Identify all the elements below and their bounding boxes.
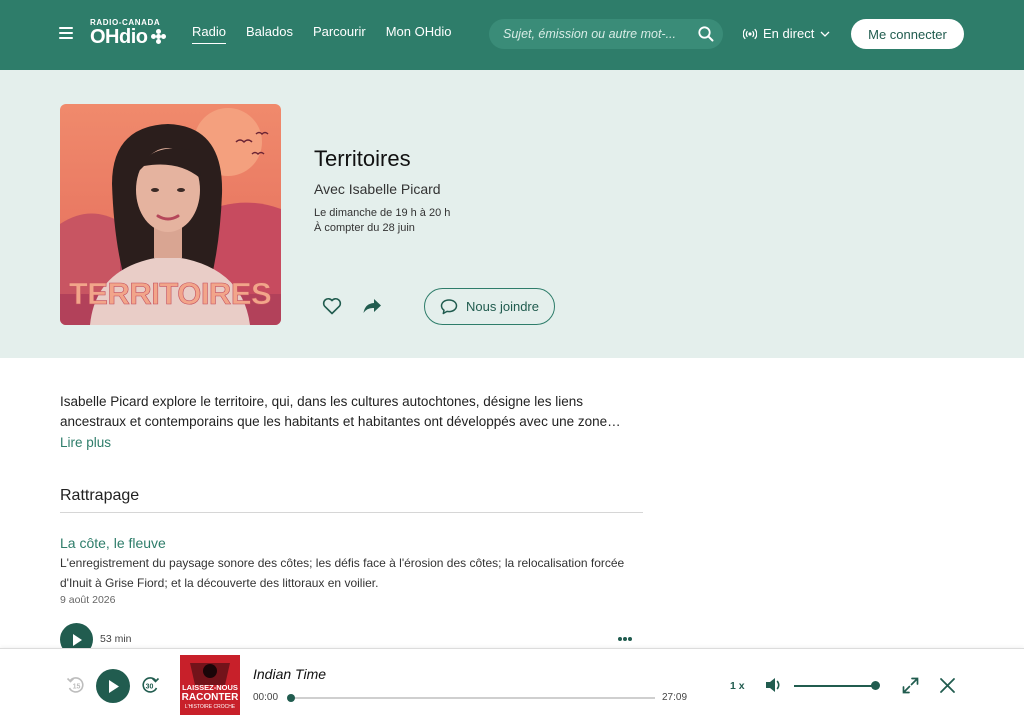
player-play-button[interactable]: [96, 669, 130, 703]
playback-speed-button[interactable]: 1 x: [730, 680, 745, 692]
volume-icon[interactable]: [765, 677, 783, 693]
main-nav: Radio Balados Parcourir Mon OHdio: [192, 24, 451, 44]
join-label: Nous joindre: [466, 299, 539, 314]
nav-item-radio[interactable]: Radio: [192, 24, 226, 44]
more-options-icon[interactable]: [617, 636, 633, 642]
rewind-15-icon[interactable]: 15: [66, 675, 86, 695]
heart-icon[interactable]: [322, 297, 342, 315]
episode-thumbnail: LAISSEZ-NOUS RACONTER L'HISTOIRE CROCHE: [180, 655, 240, 715]
volume-slider[interactable]: [794, 685, 876, 687]
search-icon[interactable]: [697, 25, 715, 43]
share-icon[interactable]: [362, 297, 382, 315]
live-label: En direct: [763, 26, 815, 41]
svg-text:15: 15: [73, 684, 81, 691]
live-dropdown[interactable]: En direct: [743, 26, 830, 41]
volume-handle[interactable]: [871, 681, 880, 690]
chat-bubble-icon: [440, 299, 458, 315]
show-description: Isabelle Picard explore le territoire, q…: [60, 394, 621, 429]
login-button[interactable]: Me connecter: [851, 19, 964, 49]
search-input[interactable]: [503, 27, 683, 41]
nav-item-mon-ohdio[interactable]: Mon OHdio: [386, 24, 452, 44]
search-box: [489, 19, 723, 49]
read-more-link[interactable]: Lire plus: [60, 435, 111, 450]
top-bar: RADIO-CANADA OHdio Radio Balados Parcour…: [0, 0, 1024, 70]
elapsed-time: 00:00: [253, 692, 279, 703]
schedule-start: À compter du 28 juin: [314, 222, 415, 234]
section-divider: [60, 512, 643, 513]
nav-item-parcourir[interactable]: Parcourir: [313, 24, 366, 44]
show-title: Territoires: [314, 146, 411, 171]
close-icon[interactable]: [939, 677, 956, 694]
cbc-gem-icon: [150, 29, 167, 45]
play-icon: [108, 679, 119, 693]
show-schedule: Le dimanche de 19 h à 20 h À compter du …: [314, 206, 450, 236]
thumb-line-2: RACONTER: [182, 692, 239, 703]
svg-text:30: 30: [146, 684, 154, 691]
play-icon: [72, 633, 82, 646]
total-time: 27:09: [662, 692, 688, 703]
show-host: Avec Isabelle Picard: [314, 181, 441, 197]
episode-title[interactable]: La côte, le fleuve: [60, 535, 166, 551]
brand-logo[interactable]: RADIO-CANADA OHdio: [90, 18, 167, 47]
cover-illustration: TERRITOIRES: [60, 104, 281, 325]
show-cover-art: TERRITOIRES: [60, 104, 281, 325]
cover-title: TERRITOIRES: [69, 276, 271, 311]
thumb-line-1: LAISSEZ-NOUS: [182, 683, 238, 692]
chevron-down-icon: [820, 31, 830, 37]
episode-duration: 53 min: [100, 633, 132, 645]
episode-summary: L'enregistrement du paysage sonore des c…: [60, 556, 625, 590]
expand-icon[interactable]: [902, 677, 919, 694]
section-heading: Rattrapage: [60, 487, 140, 504]
episode-date: 9 août 2026: [60, 594, 116, 606]
audio-player: 15 30 LAISSEZ-NOUS RACONTER L'HISTOIRE C…: [0, 648, 1024, 717]
brand-main-label: OHdio: [90, 26, 148, 48]
nav-item-balados[interactable]: Balados: [246, 24, 293, 44]
progress-bar[interactable]: [290, 697, 655, 699]
thumb-line-3: L'HISTOIRE CROCHE: [185, 704, 236, 710]
join-button[interactable]: Nous joindre: [424, 288, 555, 325]
forward-30-icon[interactable]: 30: [140, 675, 160, 695]
player-episode-title: Indian Time: [253, 666, 327, 682]
schedule-time: Le dimanche de 19 h à 20 h: [314, 207, 451, 219]
progress-handle[interactable]: [287, 694, 295, 702]
menu-icon[interactable]: [59, 27, 73, 39]
broadcast-icon: [743, 28, 757, 39]
show-hero: TERRITOIRES Territoires Avec Isabelle Pi…: [0, 70, 1024, 358]
